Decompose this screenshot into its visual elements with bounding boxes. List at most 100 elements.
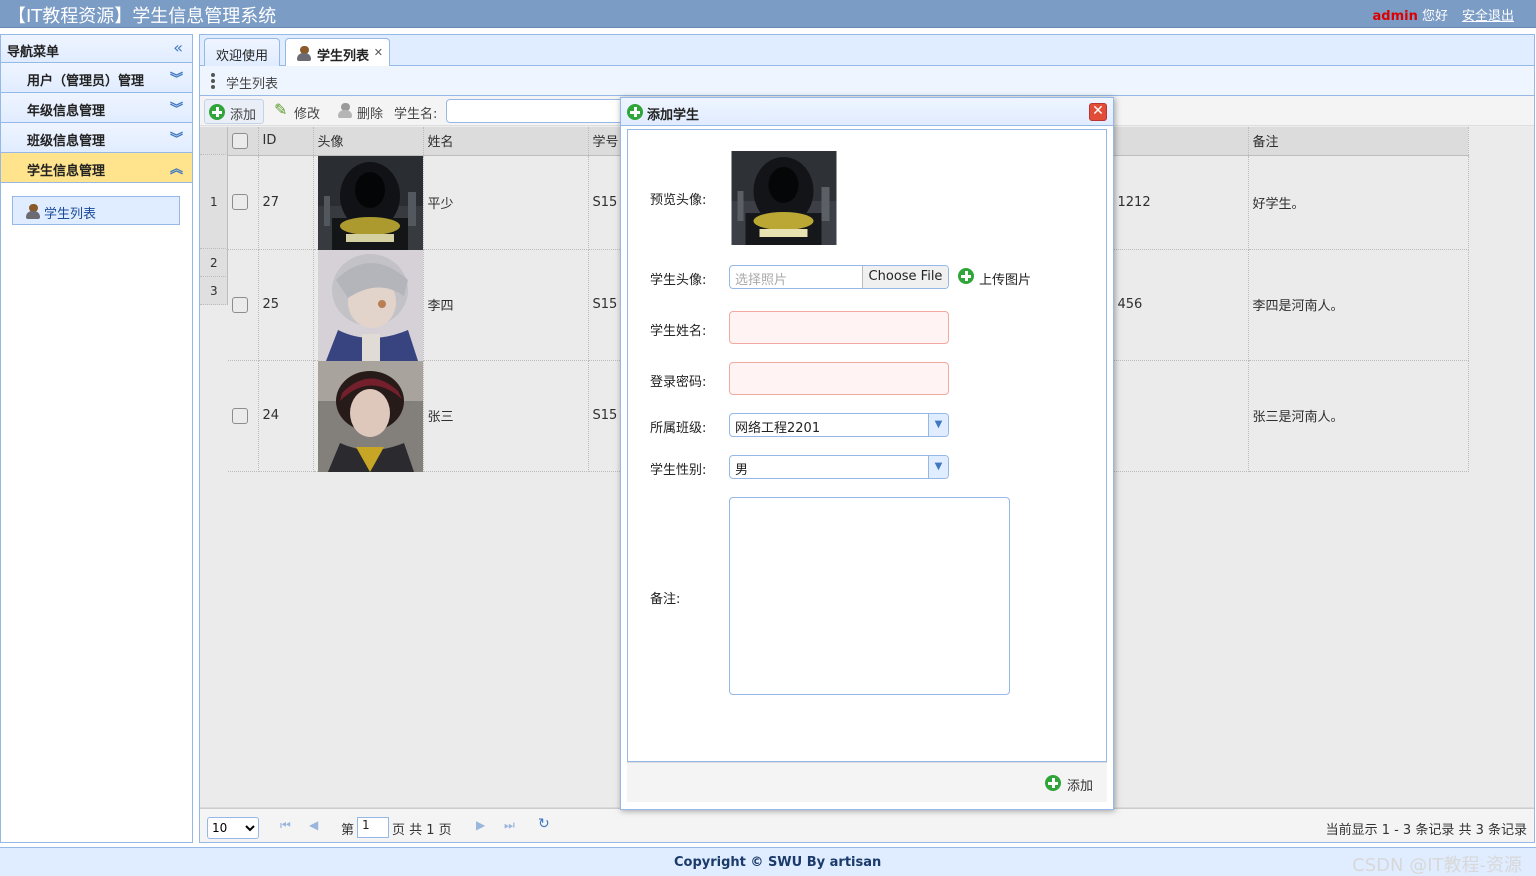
select-all-checkbox[interactable]	[232, 132, 248, 149]
search-label: 学生名:	[394, 107, 438, 122]
collapse-up-icon[interactable]: ︽	[170, 158, 183, 177]
add-student-dialog: 添加学生 ✕ 预览头像: 学生头像: 选择照片 Choose File 上传图片…	[620, 97, 1114, 810]
logout-link[interactable]: 安全退出	[1462, 5, 1514, 24]
upload-image-button[interactable]: 上传图片	[958, 268, 1038, 288]
add-icon	[209, 104, 225, 120]
name-field-label: 学生姓名:	[650, 324, 707, 339]
row-checkbox[interactable]	[232, 407, 248, 424]
tab-student-list[interactable]: 学生列表 ✕	[285, 38, 390, 67]
gender-select[interactable]: 男 ▼	[729, 455, 949, 479]
greeting-text: 您好	[1421, 9, 1448, 24]
nav-panel: 导航菜单 « 用户（管理员）管理 ︾ 年级信息管理 ︾ 班级信息管理 ︾ 学生信…	[0, 34, 193, 843]
nav-section-classes[interactable]: 班级信息管理 ︾	[1, 123, 192, 153]
column-header-hidden	[1113, 127, 1249, 156]
cell-remark: 张三是河南人。	[1248, 360, 1469, 472]
grid-title: 学生列表	[226, 77, 279, 92]
password-input[interactable]	[729, 362, 949, 395]
cell-extra-value: 1212	[1117, 194, 1151, 210]
cell-avatar	[313, 155, 424, 250]
last-page-icon[interactable]: ⏭	[504, 818, 518, 832]
expand-down-icon[interactable]: ︾	[170, 68, 183, 87]
nav-section-users[interactable]: 用户（管理员）管理 ︾	[1, 63, 192, 93]
row-number: 3	[200, 277, 228, 305]
expand-down-icon[interactable]: ︾	[170, 98, 183, 117]
delete-user-icon	[338, 103, 352, 118]
next-page-icon[interactable]: ▶	[476, 818, 490, 832]
row-select-cell	[228, 155, 259, 250]
chevron-down-icon[interactable]: ▼	[928, 414, 948, 436]
cell-extra: 456	[1113, 249, 1249, 361]
add-button[interactable]: 添加	[204, 99, 264, 124]
app-title: 【IT教程资源】学生信息管理系统	[8, 6, 277, 27]
remark-textarea[interactable]	[729, 497, 1010, 695]
nav-section-label: 班级信息管理	[27, 134, 106, 149]
row-checkbox[interactable]	[232, 296, 248, 313]
avatar-hooded-figure	[317, 155, 423, 250]
row-select-cell	[228, 360, 259, 472]
select-all-cell	[228, 127, 259, 156]
collapse-left-icon[interactable]: «	[173, 38, 183, 57]
nav-section-grades[interactable]: 年级信息管理 ︾	[1, 93, 192, 123]
class-select[interactable]: 网络工程2201 ▼	[729, 413, 949, 437]
choose-file-button[interactable]: Choose File	[862, 266, 948, 288]
column-header-remark[interactable]: 备注	[1248, 127, 1469, 156]
search-input[interactable]	[446, 99, 626, 123]
password-field-label: 登录密码:	[650, 375, 707, 390]
submit-add-button[interactable]: 添加	[1045, 773, 1097, 795]
dialog-close-button[interactable]: ✕	[1089, 103, 1107, 121]
first-page-icon[interactable]: ⏮	[280, 818, 294, 832]
grip-icon	[211, 73, 215, 90]
row-select-cell	[228, 249, 259, 361]
watermark-text: CSDN @IT教程-资源	[1352, 855, 1522, 876]
add-icon	[1045, 775, 1061, 791]
nav-section-students[interactable]: 学生信息管理 ︽	[1, 153, 192, 183]
nav-section-label: 用户（管理员）管理	[27, 74, 145, 89]
column-header-name[interactable]: 姓名	[423, 127, 589, 156]
row-number: 1	[200, 155, 228, 249]
pencil-icon: ✎	[274, 100, 288, 119]
avatar-file-input[interactable]: 选择照片 Choose File	[729, 265, 949, 289]
row-checkbox[interactable]	[232, 194, 248, 210]
delete-button[interactable]: 删除	[334, 99, 390, 124]
student-icon	[26, 204, 40, 219]
nav-panel-header: 导航菜单 «	[1, 35, 192, 63]
prev-page-icon[interactable]: ◀	[309, 818, 323, 832]
dialog-form: 预览头像: 学生头像: 选择照片 Choose File 上传图片 学生姓名: …	[627, 129, 1107, 762]
expand-down-icon[interactable]: ︾	[170, 128, 183, 147]
close-tab-icon[interactable]: ✕	[374, 46, 383, 59]
cell-remark: 李四是河南人。	[1248, 249, 1469, 361]
grid-title-bar: 学生列表	[200, 66, 1534, 96]
cell-id: 24	[258, 360, 314, 472]
column-header-id[interactable]: ID	[258, 127, 314, 156]
nav-section-label: 年级信息管理	[27, 104, 106, 119]
nav-section-label: 学生信息管理	[27, 164, 106, 179]
gender-select-value: 男	[735, 463, 749, 478]
column-header-avatar[interactable]: 头像	[313, 127, 424, 156]
nav-link-student-list[interactable]: 学生列表	[12, 196, 180, 225]
student-icon	[297, 46, 311, 61]
student-name-input[interactable]	[729, 311, 949, 344]
cell-name: 平少	[423, 155, 589, 250]
cell-avatar	[313, 360, 424, 472]
avatar-field-label: 学生头像:	[650, 273, 707, 288]
cell-extra-value: 456	[1117, 297, 1143, 312]
avatar-anime-boy	[317, 249, 423, 361]
chevron-down-icon[interactable]: ▼	[928, 456, 948, 478]
page-number-input[interactable]: 1	[357, 817, 389, 838]
cell-name: 李四	[423, 249, 589, 361]
row-number: 2	[200, 249, 228, 277]
dialog-footer: 添加	[627, 762, 1107, 802]
submit-label: 添加	[1067, 779, 1094, 794]
tab-welcome[interactable]: 欢迎使用	[204, 38, 280, 66]
user-greeting: admin 您好	[1373, 5, 1449, 24]
refresh-icon[interactable]: ↻	[538, 816, 552, 832]
add-button-label: 添加	[230, 108, 257, 123]
gender-field-label: 学生性别:	[650, 463, 707, 478]
avatar-girl-photo	[317, 360, 423, 472]
edit-button[interactable]: ✎ 修改	[270, 99, 326, 124]
dialog-title: 添加学生	[647, 108, 700, 123]
page-size-select[interactable]: 10	[207, 817, 259, 839]
nav-panel-title: 导航菜单	[7, 45, 60, 60]
cell-extra: 1212	[1113, 155, 1249, 250]
remark-field-label: 备注:	[650, 592, 681, 607]
